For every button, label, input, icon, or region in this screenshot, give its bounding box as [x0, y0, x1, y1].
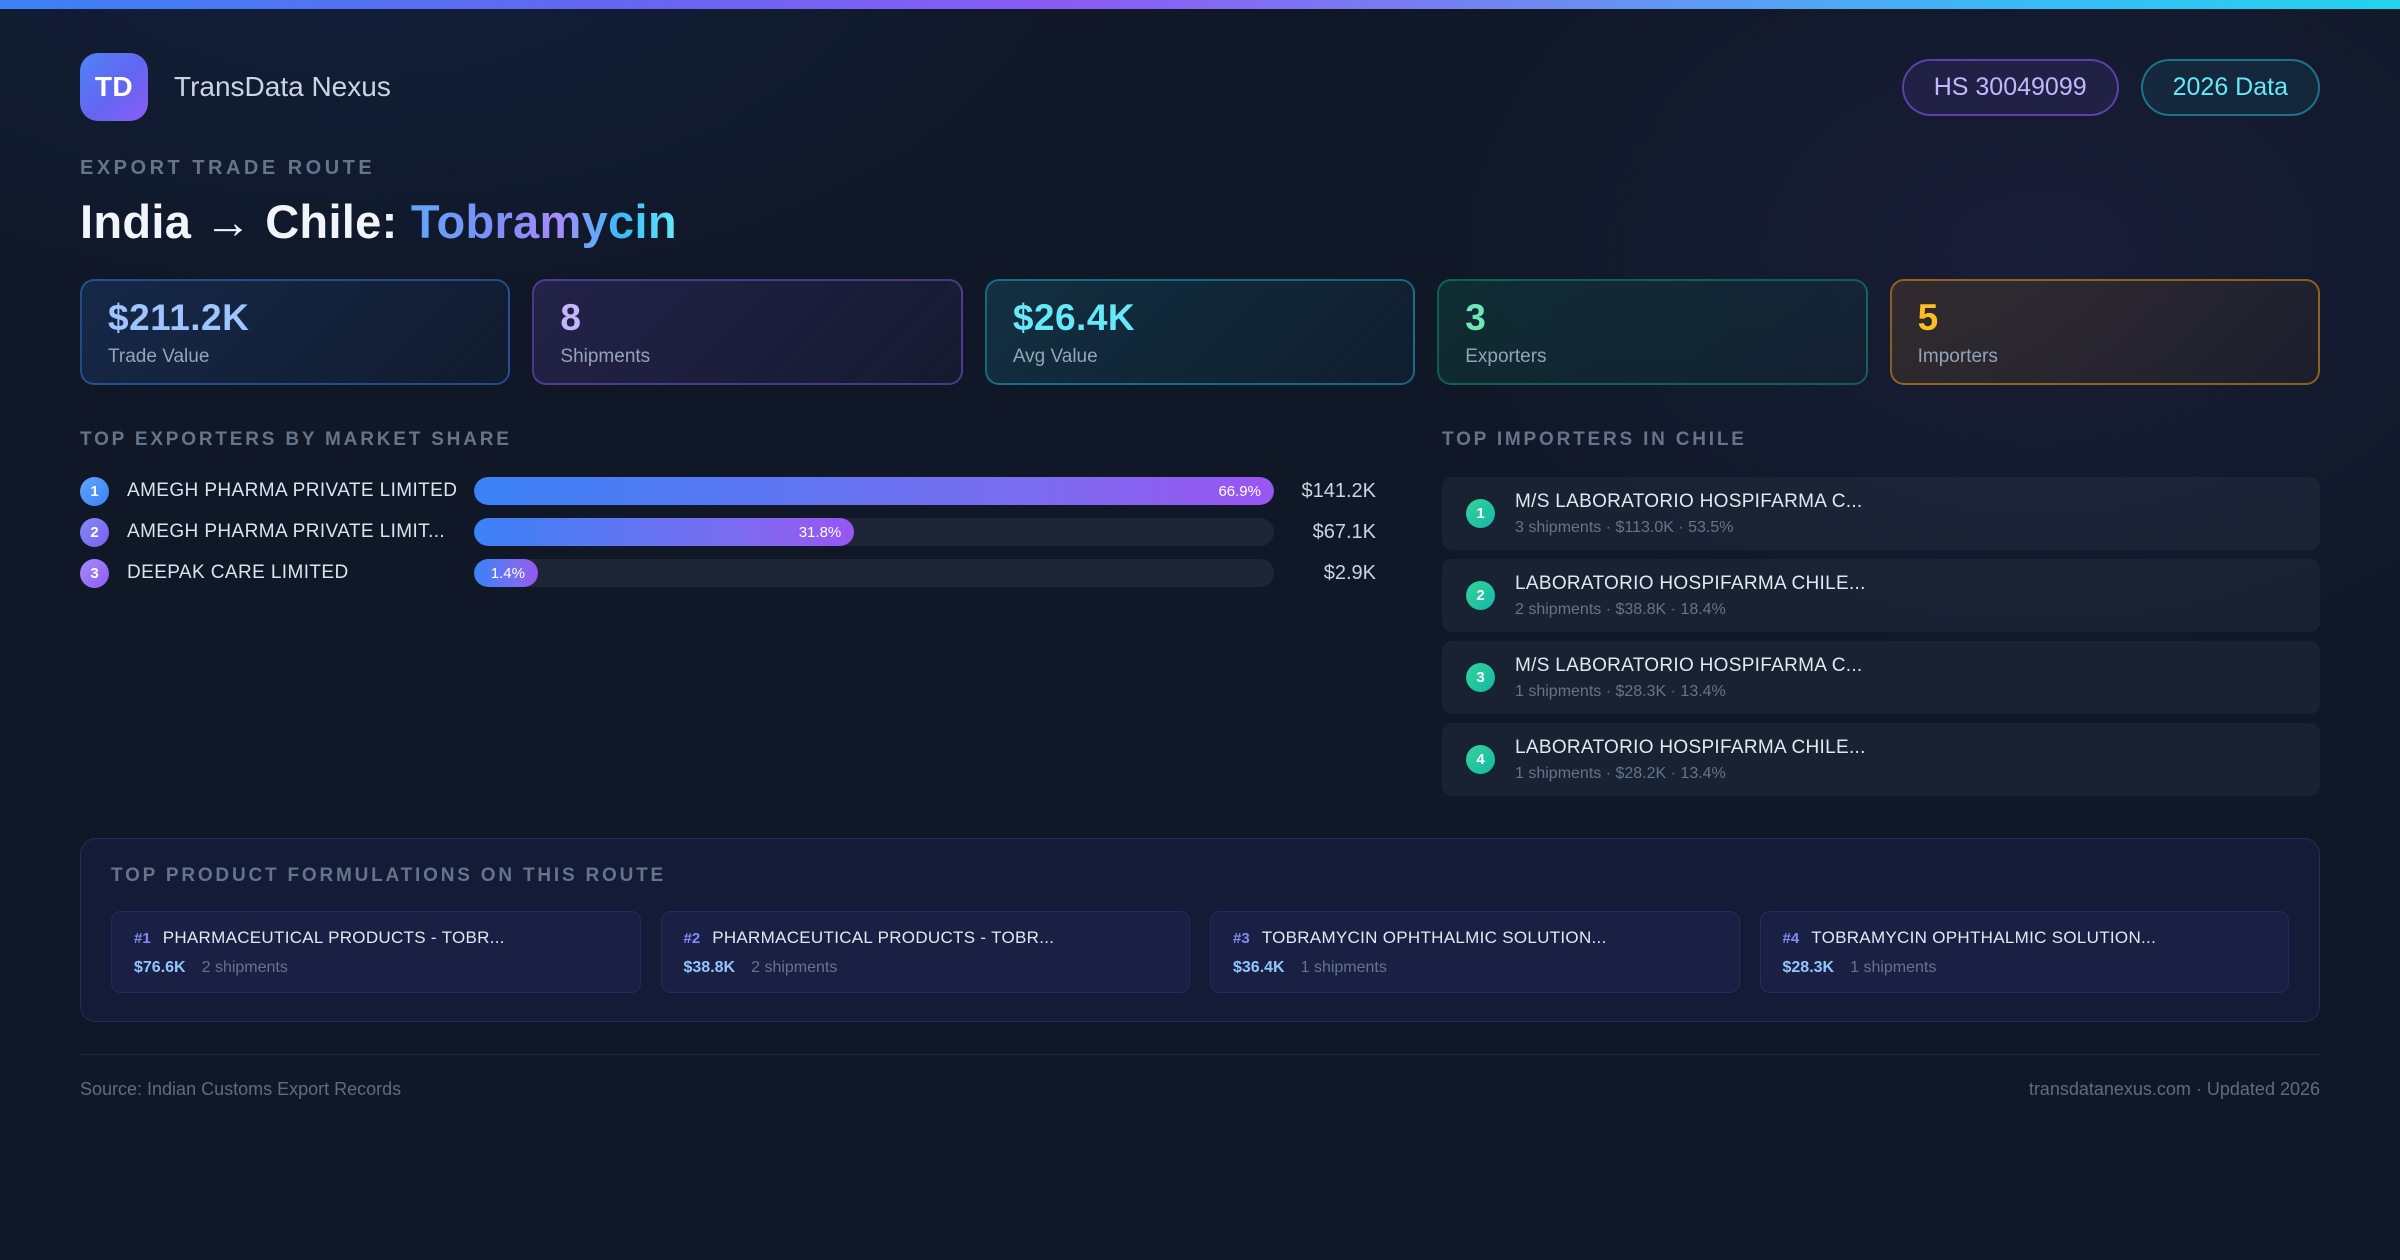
stat-value: 5: [1917, 297, 1939, 338]
market-share-percent: 31.8%: [798, 523, 842, 541]
exporter-name: AMEGH PHARMA PRIVATE LIMITED: [127, 480, 458, 501]
market-share-percent: 66.9%: [1218, 482, 1261, 500]
importer-name: LABORATORIO HOSPIFARMA CHILE...: [1515, 736, 1866, 758]
formulation-rank: #4: [1782, 930, 1800, 947]
footer-site-link[interactable]: transdatanexus.com · Updated 2026: [2029, 1079, 2320, 1100]
footer-source: Source: Indian Customs Export Records: [80, 1079, 402, 1099]
formulation-shipments: 1 shipments: [1300, 959, 1387, 976]
importer-name: M/S LABORATORIO HOSPIFARMA C...: [1515, 490, 1863, 512]
title-product: Tobramycin: [410, 195, 677, 248]
header: TD TransData Nexus HS 30049099 2026 Data: [80, 53, 2320, 121]
data-year-badge[interactable]: 2026 Data: [2140, 58, 2320, 116]
formulation-shipments: 1 shipments: [1850, 959, 1937, 976]
rank-badge: 4: [1466, 745, 1495, 774]
formulation-card[interactable]: #2 PHARMACEUTICAL PRODUCTS - TOBR... $38…: [660, 911, 1190, 993]
stat-card-shipments: 8 Shipments: [532, 279, 963, 385]
exporters-section: TOP EXPORTERS BY MARKET SHARE 1 AMEGH PH…: [80, 429, 1376, 588]
formulation-shipments: 2 shipments: [751, 959, 838, 976]
formulation-card[interactable]: #4 TOBRAMYCIN OPHTHALMIC SOLUTION... $28…: [1759, 911, 2289, 993]
importer-list-item[interactable]: 4 LABORATORIO HOSPIFARMA CHILE... 1 ship…: [1442, 723, 2320, 796]
title-route: India → Chile:: [80, 195, 411, 248]
rank-badge: 2: [80, 517, 109, 547]
exporter-row[interactable]: 1 AMEGH PHARMA PRIVATE LIMITED 66.9% $14…: [80, 476, 1376, 506]
formulation-name: PHARMACEUTICAL PRODUCTS - TOBR...: [162, 928, 505, 947]
app-logo[interactable]: TD: [80, 53, 148, 121]
app-name: TransData Nexus: [174, 71, 391, 102]
market-share-bar-track: 1.4%: [474, 559, 1274, 587]
stat-value: $211.2K: [108, 297, 250, 338]
stat-cards: $211.2K Trade Value 8 Shipments $26.4K A…: [80, 279, 2321, 385]
exporter-row[interactable]: 2 AMEGH PHARMA PRIVATE LIMIT... 31.8% $6…: [80, 517, 1376, 547]
exporter-name: AMEGH PHARMA PRIVATE LIMIT...: [127, 521, 446, 542]
formulation-shipments: 2 shipments: [201, 959, 288, 976]
formulation-rank: #3: [1233, 930, 1250, 947]
importer-name: LABORATORIO HOSPIFARMA CHILE...: [1515, 572, 1866, 594]
rank-badge: 2: [1466, 581, 1495, 610]
stat-value: 3: [1465, 297, 1487, 338]
importers-section: TOP IMPORTERS IN CHILE 1 M/S LABORATORIO…: [1442, 429, 2320, 796]
stat-label: Trade Value: [108, 346, 210, 367]
formulation-name: PHARMACEUTICAL PRODUCTS - TOBR...: [712, 928, 1055, 947]
page-eyebrow: EXPORT TRADE ROUTE: [80, 157, 376, 179]
exporter-row[interactable]: 3 DEEPAK CARE LIMITED 1.4% $2.9K: [80, 558, 1376, 588]
formulation-card[interactable]: #1 PHARMACEUTICAL PRODUCTS - TOBR... $76…: [111, 911, 641, 993]
exporter-trade-value: $141.2K: [1301, 479, 1376, 502]
importer-list-item[interactable]: 2 LABORATORIO HOSPIFARMA CHILE... 2 ship…: [1442, 559, 2320, 632]
stat-card-trade-value: $211.2K Trade Value: [80, 279, 511, 385]
formulation-value: $28.3K: [1782, 959, 1835, 976]
exporter-name: DEEPAK CARE LIMITED: [127, 562, 349, 583]
market-share-bar-fill: 31.8%: [474, 518, 855, 546]
formulation-cards: #1 PHARMACEUTICAL PRODUCTS - TOBR... $76…: [111, 911, 2289, 993]
formulation-card[interactable]: #3 TOBRAMYCIN OPHTHALMIC SOLUTION... $36…: [1210, 911, 1740, 993]
exporter-trade-value: $67.1K: [1312, 520, 1376, 543]
rank-badge: 1: [1466, 499, 1495, 528]
formulation-name: TOBRAMYCIN OPHTHALMIC SOLUTION...: [1811, 928, 2157, 947]
hs-code-badge[interactable]: HS 30049099: [1901, 58, 2119, 116]
brand-gradient-stripe: [0, 0, 2400, 9]
rank-badge: 1: [80, 476, 109, 506]
formulation-value: $38.8K: [683, 959, 736, 976]
rank-badge: 3: [80, 558, 109, 588]
brand[interactable]: TD TransData Nexus: [80, 53, 391, 121]
formulation-rank: #1: [134, 930, 151, 947]
importer-list-item[interactable]: 3 M/S LABORATORIO HOSPIFARMA C... 1 ship…: [1442, 641, 2320, 714]
stat-label: Shipments: [560, 346, 651, 367]
importer-details: 1 shipments · $28.3K · 13.4%: [1515, 682, 1726, 700]
importers-list: 1 M/S LABORATORIO HOSPIFARMA C... 3 ship…: [1442, 477, 2320, 796]
exporters-heading: TOP EXPORTERS BY MARKET SHARE: [80, 429, 512, 450]
market-share-bar-fill: 66.9%: [474, 477, 1274, 505]
stat-card-exporters: 3 Exporters: [1437, 279, 1868, 385]
market-share-bar-track: 66.9%: [474, 477, 1274, 505]
market-share-bar-fill: 1.4%: [474, 559, 538, 587]
stat-value: $26.4K: [1012, 297, 1136, 338]
stat-label: Importers: [1917, 346, 1998, 367]
page-title: India → Chile: Tobramycin: [80, 194, 2320, 249]
stat-label: Avg Value: [1012, 346, 1098, 367]
formulation-value: $76.6K: [134, 959, 186, 976]
exporter-trade-value: $2.9K: [1323, 561, 1376, 584]
stat-card-importers: 5 Importers: [1889, 279, 2321, 385]
rank-badge: 3: [1466, 663, 1495, 692]
importer-list-item[interactable]: 1 M/S LABORATORIO HOSPIFARMA C... 3 ship…: [1442, 477, 2320, 550]
formulation-value: $36.4K: [1233, 959, 1285, 976]
formulation-name: TOBRAMYCIN OPHTHALMIC SOLUTION...: [1261, 928, 1607, 947]
market-share-percent: 1.4%: [490, 564, 525, 582]
stat-card-avg-value: $26.4K Avg Value: [984, 279, 1416, 385]
stat-value: 8: [560, 297, 582, 338]
importer-name: M/S LABORATORIO HOSPIFARMA C...: [1515, 654, 1863, 676]
formulation-rank: #2: [683, 930, 701, 947]
importers-heading: TOP IMPORTERS IN CHILE: [1442, 429, 1747, 450]
importer-details: 3 shipments · $113.0K · 53.5%: [1515, 518, 1734, 536]
exporters-bar-chart: 1 AMEGH PHARMA PRIVATE LIMITED 66.9% $14…: [80, 476, 1376, 588]
market-share-bar-track: 31.8%: [474, 518, 1274, 546]
formulations-panel: TOP PRODUCT FORMULATIONS ON THIS ROUTE #…: [80, 838, 2320, 1022]
header-badges: HS 30049099 2026 Data: [1901, 58, 2320, 116]
footer: Source: Indian Customs Export Records tr…: [80, 1054, 2320, 1100]
stat-label: Exporters: [1465, 346, 1547, 367]
importer-details: 2 shipments · $38.8K · 18.4%: [1515, 600, 1726, 618]
importer-details: 1 shipments · $28.2K · 13.4%: [1515, 764, 1726, 782]
formulations-heading: TOP PRODUCT FORMULATIONS ON THIS ROUTE: [111, 865, 667, 886]
